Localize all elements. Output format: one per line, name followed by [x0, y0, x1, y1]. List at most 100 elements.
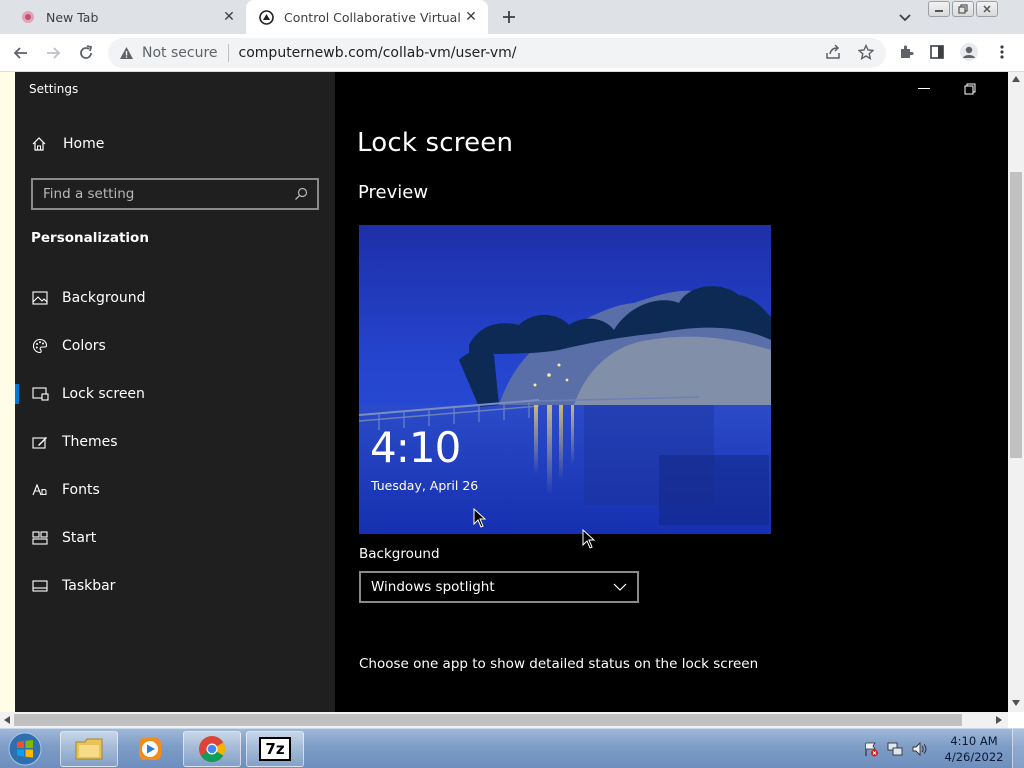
back-arrow-icon	[13, 47, 27, 59]
taskbar-7zip[interactable]: 7z	[246, 731, 304, 767]
action-center-flag-icon[interactable]	[862, 740, 880, 758]
url-text[interactable]: computernewb.com/collab-vm/user-vm/	[239, 45, 517, 61]
sidebar-item-themes[interactable]: Themes	[15, 422, 335, 462]
vertical-scrollbar[interactable]	[1008, 72, 1024, 712]
taskbar-icon	[31, 578, 49, 594]
media-player-icon	[139, 738, 161, 760]
page-title: Lock screen	[357, 128, 514, 158]
back-button[interactable]	[10, 42, 32, 64]
sidebar-item-start[interactable]: Start	[15, 518, 335, 558]
settings-sidebar: Settings Home Personalization Background	[15, 72, 335, 712]
mouse-cursor-icon	[582, 529, 596, 549]
bookmark-star-icon[interactable]	[856, 42, 876, 62]
taskbar-time: 4:10 AM	[950, 734, 998, 748]
scroll-up-arrow-icon	[1012, 76, 1020, 82]
tab-search-chevron-icon[interactable]	[896, 8, 914, 26]
sidebar-item-label: Home	[63, 136, 105, 152]
address-bar[interactable]: Not secure computernewb.com/collab-vm/us…	[108, 38, 886, 68]
share-icon[interactable]	[823, 42, 843, 62]
windows-taskbar: 7z 4:10 AM 4/26/2022	[0, 728, 1024, 768]
scroll-down-arrow-icon	[1012, 700, 1020, 706]
volume-icon[interactable]	[910, 740, 928, 758]
taskbar-media-player[interactable]	[121, 731, 179, 767]
sidebar-item-background[interactable]: Background	[15, 278, 335, 318]
sidebar-item-label: Taskbar	[62, 578, 116, 594]
lock-screen-icon	[31, 386, 49, 402]
tab-title: Control Collaborative Virtual Ma	[284, 9, 462, 25]
windows-orb-icon	[8, 732, 42, 766]
taskbar-clock[interactable]: 4:10 AM 4/26/2022	[940, 733, 1008, 765]
section-heading: Personalization	[31, 230, 149, 246]
fonts-icon	[31, 482, 49, 498]
close-tab-icon[interactable]: ✕	[462, 8, 480, 26]
sidebar-item-home[interactable]: Home	[31, 136, 104, 152]
palette-icon	[31, 338, 49, 354]
preview-heading: Preview	[358, 182, 429, 203]
settings-content: Lock screen Preview 4:10 Tuesday, April …	[335, 72, 1008, 712]
chevron-down-icon	[613, 579, 627, 595]
browser-menu-icon[interactable]	[992, 42, 1012, 62]
taskbar-date: 4/26/2022	[944, 750, 1004, 764]
profile-avatar-icon[interactable]	[959, 42, 979, 62]
7zip-icon: 7z	[259, 737, 291, 761]
security-label: Not secure	[142, 45, 218, 61]
tab-title: New Tab	[46, 9, 99, 25]
search-icon[interactable]	[293, 186, 309, 202]
close-tab-icon[interactable]: ✕	[220, 8, 238, 26]
start-button[interactable]	[6, 731, 44, 767]
scroll-right-arrow-icon	[996, 716, 1002, 724]
vertical-scroll-thumb[interactable]	[1010, 172, 1022, 458]
browser-tab-strip: New Tab ✕ Control Collaborative Virtual …	[0, 0, 1024, 34]
horizontal-scroll-thumb[interactable]	[14, 714, 962, 726]
lock-screen-preview-image: 4:10 Tuesday, April 26	[359, 225, 771, 534]
side-panel-icon[interactable]	[927, 42, 947, 62]
settings-app-title: Settings	[29, 82, 79, 96]
start-icon	[31, 530, 49, 546]
system-tray	[862, 729, 928, 768]
chrome-icon	[199, 736, 226, 763]
sidebar-item-colors[interactable]: Colors	[15, 326, 335, 366]
restore-settings-button[interactable]	[961, 82, 979, 96]
dropdown-selected-value: Windows spotlight	[371, 579, 495, 595]
taskbar-chrome[interactable]	[183, 731, 241, 767]
page-margin	[0, 72, 15, 712]
minimize-window-button[interactable]	[928, 1, 950, 17]
reload-button[interactable]	[75, 42, 97, 64]
forward-arrow-icon	[47, 47, 61, 59]
taskbar-file-explorer[interactable]	[60, 731, 118, 767]
show-desktop-button[interactable]	[1012, 729, 1024, 768]
horizontal-scrollbar[interactable]	[0, 712, 1008, 728]
minimize-settings-button[interactable]	[915, 82, 933, 96]
sidebar-item-label: Background	[62, 290, 146, 306]
search-input[interactable]	[33, 180, 293, 208]
collabvm-favicon-icon	[258, 9, 274, 25]
find-setting-search[interactable]	[31, 178, 319, 210]
vm-display[interactable]: Settings Home Personalization Background	[15, 72, 1008, 712]
reload-icon	[80, 45, 93, 59]
network-icon[interactable]	[886, 740, 904, 758]
forward-button[interactable]	[42, 42, 64, 64]
close-window-button[interactable]	[976, 1, 998, 17]
background-dropdown[interactable]: Windows spotlight	[359, 571, 639, 603]
tab-collabvm[interactable]: Control Collaborative Virtual Ma ✕	[246, 0, 488, 34]
restore-window-button[interactable]	[952, 1, 974, 17]
preview-date: Tuesday, April 26	[371, 478, 479, 493]
detailed-status-label: Choose one app to show detailed status o…	[359, 656, 759, 672]
new-tab-favicon-icon	[20, 9, 36, 25]
not-secure-warning-icon[interactable]	[118, 45, 134, 61]
tab-new-tab[interactable]: New Tab ✕	[8, 0, 246, 34]
mouse-cursor-icon	[473, 508, 487, 528]
extensions-puzzle-icon[interactable]	[896, 42, 916, 62]
sidebar-item-label: Themes	[62, 434, 118, 450]
new-tab-button[interactable]	[497, 6, 521, 28]
sidebar-item-lock-screen[interactable]: Lock screen	[15, 374, 335, 414]
sidebar-item-label: Lock screen	[62, 386, 145, 402]
sidebar-item-fonts[interactable]: Fonts	[15, 470, 335, 510]
sidebar-item-label: Colors	[62, 338, 106, 354]
themes-icon	[31, 434, 49, 450]
address-separator	[227, 44, 229, 62]
sidebar-item-taskbar[interactable]: Taskbar	[15, 566, 335, 606]
preview-clock: 4:10	[370, 423, 461, 472]
scroll-left-arrow-icon	[4, 716, 10, 724]
sidebar-item-label: Start	[62, 530, 97, 546]
